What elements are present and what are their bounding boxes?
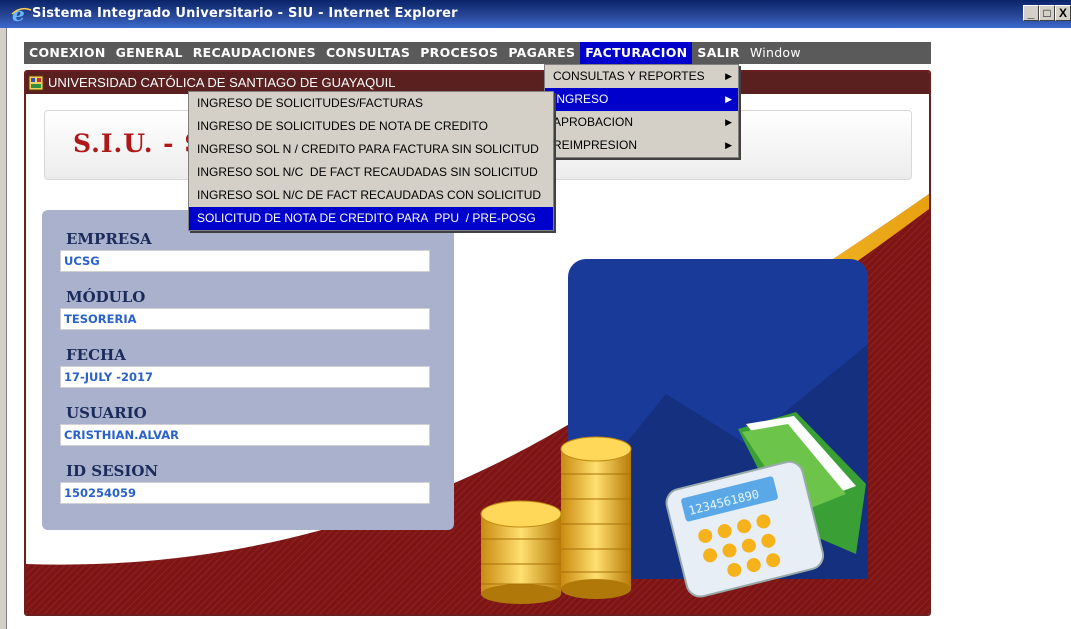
usuario-field: CRISTHIAN.ALVAR [60, 424, 430, 446]
submenu-arrow-icon: ▶ [725, 140, 732, 150]
menu-item-ingreso-solicitudes-nota-credito[interactable]: INGRESO DE SOLICITUDES DE NOTA DE CREDIT… [189, 115, 553, 138]
menu-salir[interactable]: SALIR [692, 42, 744, 64]
fecha-field: 17-JULY -2017 [60, 366, 430, 388]
window-controls: _ □ X [1023, 5, 1071, 21]
empresa-label: EMPRESA [66, 230, 152, 248]
empresa-field: UCSG [60, 250, 430, 272]
menu-item-ingreso-solicitudes-facturas[interactable]: INGRESO DE SOLICITUDES/FACTURAS [189, 92, 553, 115]
modulo-field: TESORERIA [60, 308, 430, 330]
modulo-label: MÓDULO [66, 288, 146, 306]
menu-item-ingreso-nc-recaudadas-con-solicitud[interactable]: INGRESO SOL N/C DE FACT RECAUDADAS CON S… [189, 184, 553, 207]
menubar: CONEXION GENERAL RECAUDACIONES CONSULTAS… [24, 42, 931, 64]
menu-item-label: APROBACION [553, 115, 634, 129]
id-sesion-field: 150254059 [60, 482, 430, 504]
usuario-label: USUARIO [66, 404, 147, 422]
submenu-arrow-icon: ▶ [725, 117, 732, 127]
id-sesion-label: ID SESION [66, 462, 159, 480]
fecha-label: FECHA [66, 346, 126, 364]
svg-text:e: e [12, 4, 25, 24]
menu-item-label: INGRESO [553, 92, 609, 106]
window-title: Sistema Integrado Universitario - SIU - … [32, 6, 458, 21]
menu-item-solicitud-nc-ppu-pre-posg[interactable]: SOLICITUD DE NOTA DE CREDITO PARA PPU / … [189, 207, 553, 230]
menu-pagares[interactable]: PAGARES [503, 42, 580, 64]
menu-item-label: CONSULTAS Y REPORTES [553, 69, 705, 83]
menu-item-ingreso[interactable]: INGRESO ▶ [545, 88, 738, 111]
facturacion-menu: CONSULTAS Y REPORTES ▶ INGRESO ▶ APROBACIO… [544, 64, 739, 158]
internet-explorer-icon: e [11, 4, 32, 24]
menu-item-reimpresion[interactable]: REIMPRESION ▶ [545, 134, 738, 157]
menu-item-ingreso-nc-factura-sin-solicitud[interactable]: INGRESO SOL N / CREDITO PARA FACTURA SIN… [189, 138, 553, 161]
menu-general[interactable]: GENERAL [111, 42, 188, 64]
menu-recaudaciones[interactable]: RECAUDACIONES [188, 42, 321, 64]
ingreso-menu: INGRESO DE SOLICITUDES/FACTURAS INGRESO … [188, 91, 554, 231]
minimize-button[interactable]: _ [1023, 5, 1039, 21]
menu-item-consultas-y-reportes[interactable]: CONSULTAS Y REPORTES ▶ [545, 65, 738, 88]
coin-stack-tall [560, 436, 632, 599]
menu-conexion[interactable]: CONEXION [24, 42, 111, 64]
submenu-arrow-icon: ▶ [725, 94, 732, 104]
window-left-edge [0, 28, 7, 629]
menu-window[interactable]: Window [745, 42, 806, 64]
coin-stack-short [480, 500, 562, 604]
menu-item-aprobacion[interactable]: APROBACION ▶ [545, 111, 738, 134]
menu-item-ingreso-nc-recaudadas-sin-solicitud[interactable]: INGRESO SOL N/C DE FACT RECAUDADAS SIN S… [189, 161, 553, 184]
menu-consultas[interactable]: CONSULTAS [321, 42, 415, 64]
maximize-button[interactable]: □ [1039, 5, 1055, 21]
window-titlebar: e Sistema Integrado Universitario - SIU … [0, 0, 1071, 28]
session-info-panel: EMPRESA UCSG MÓDULO TESORERIA FECHA 17-J… [42, 210, 454, 530]
close-button[interactable]: X [1055, 5, 1071, 21]
brand-title: S.I.U. - S [73, 129, 204, 158]
submenu-arrow-icon: ▶ [725, 71, 732, 81]
menu-item-label: REIMPRESION [553, 138, 638, 152]
app-icon [28, 75, 44, 91]
menu-facturacion[interactable]: FACTURACION [580, 42, 693, 64]
menu-procesos[interactable]: PROCESOS [415, 42, 503, 64]
